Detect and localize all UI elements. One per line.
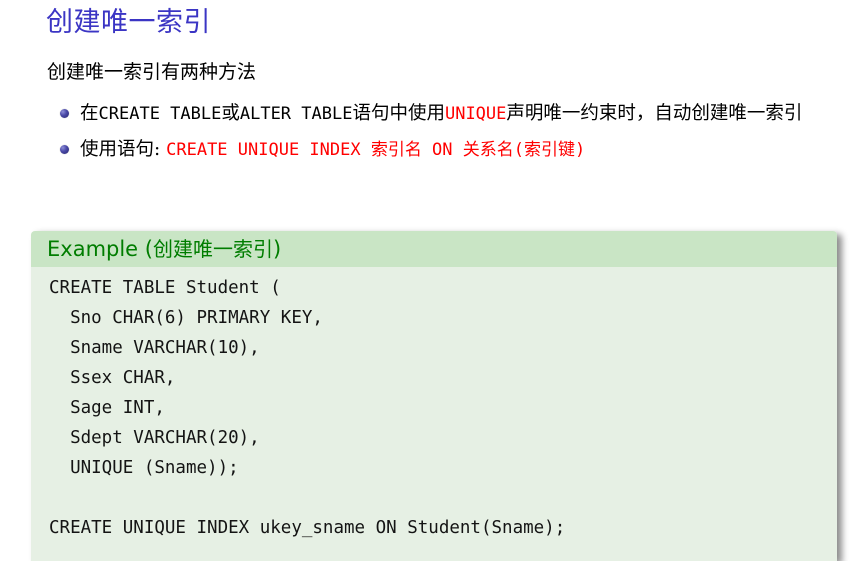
list-item: 使用语句: CREATE UNIQUE INDEX 索引名 ON 关系名(索引键…: [58, 136, 848, 164]
example-label: Example: [47, 237, 139, 261]
intro-text: 创建唯一索引有两种方法: [47, 61, 257, 83]
bullet-list: 在CREATE TABLE或ALTER TABLE语句中使用UNIQUE声明唯一…: [58, 100, 848, 172]
bullet-1-seg-0: 在: [80, 103, 99, 124]
bullet-dot-icon: [60, 109, 69, 118]
bullet-1-seg-6: 声明唯一约束时，自动创建唯一索引: [506, 103, 803, 124]
list-item: 在CREATE TABLE或ALTER TABLE语句中使用UNIQUE声明唯一…: [58, 100, 848, 128]
bullet-2-seg-0: 使用语句:: [80, 139, 167, 160]
example-code-body: CREATE TABLE Student ( Sno CHAR(6) PRIMA…: [31, 267, 837, 561]
example-title: 创建唯一索引: [152, 237, 273, 261]
code-line: Sdept VARCHAR(20),: [49, 428, 260, 448]
code-line: UNIQUE (Sname));: [49, 458, 239, 478]
bullet-1-seg-2: 或: [221, 103, 240, 124]
example-paren-open: (: [138, 237, 153, 261]
bullet-1-seg-1: CREATE TABLE: [98, 104, 222, 124]
page-title: 创建唯一索引: [46, 7, 211, 38]
bullet-2-syntax: CREATE UNIQUE INDEX 索引名 ON 关系名(索引键): [166, 140, 586, 160]
bullet-1-keyword-unique: UNIQUE: [444, 104, 507, 124]
code-line: Sname VARCHAR(10),: [49, 338, 260, 358]
code-line: CREATE TABLE Student (: [49, 278, 281, 298]
code-line: Ssex CHAR,: [49, 368, 176, 388]
example-block-header: Example (创建唯一索引): [31, 231, 837, 267]
bullet-dot-icon: [60, 145, 69, 154]
example-block: Example (创建唯一索引) CREATE TABLE Student ( …: [31, 231, 837, 561]
bullet-1-seg-3: ALTER TABLE: [239, 104, 353, 124]
bullet-1-seg-4: 语句中使用: [352, 103, 445, 124]
code-line: CREATE UNIQUE INDEX ukey_sname ON Studen…: [49, 518, 566, 538]
code-line: Sno CHAR(6) PRIMARY KEY,: [49, 308, 323, 328]
example-paren-close: ): [272, 237, 282, 261]
code-line: Sage INT,: [49, 398, 165, 418]
